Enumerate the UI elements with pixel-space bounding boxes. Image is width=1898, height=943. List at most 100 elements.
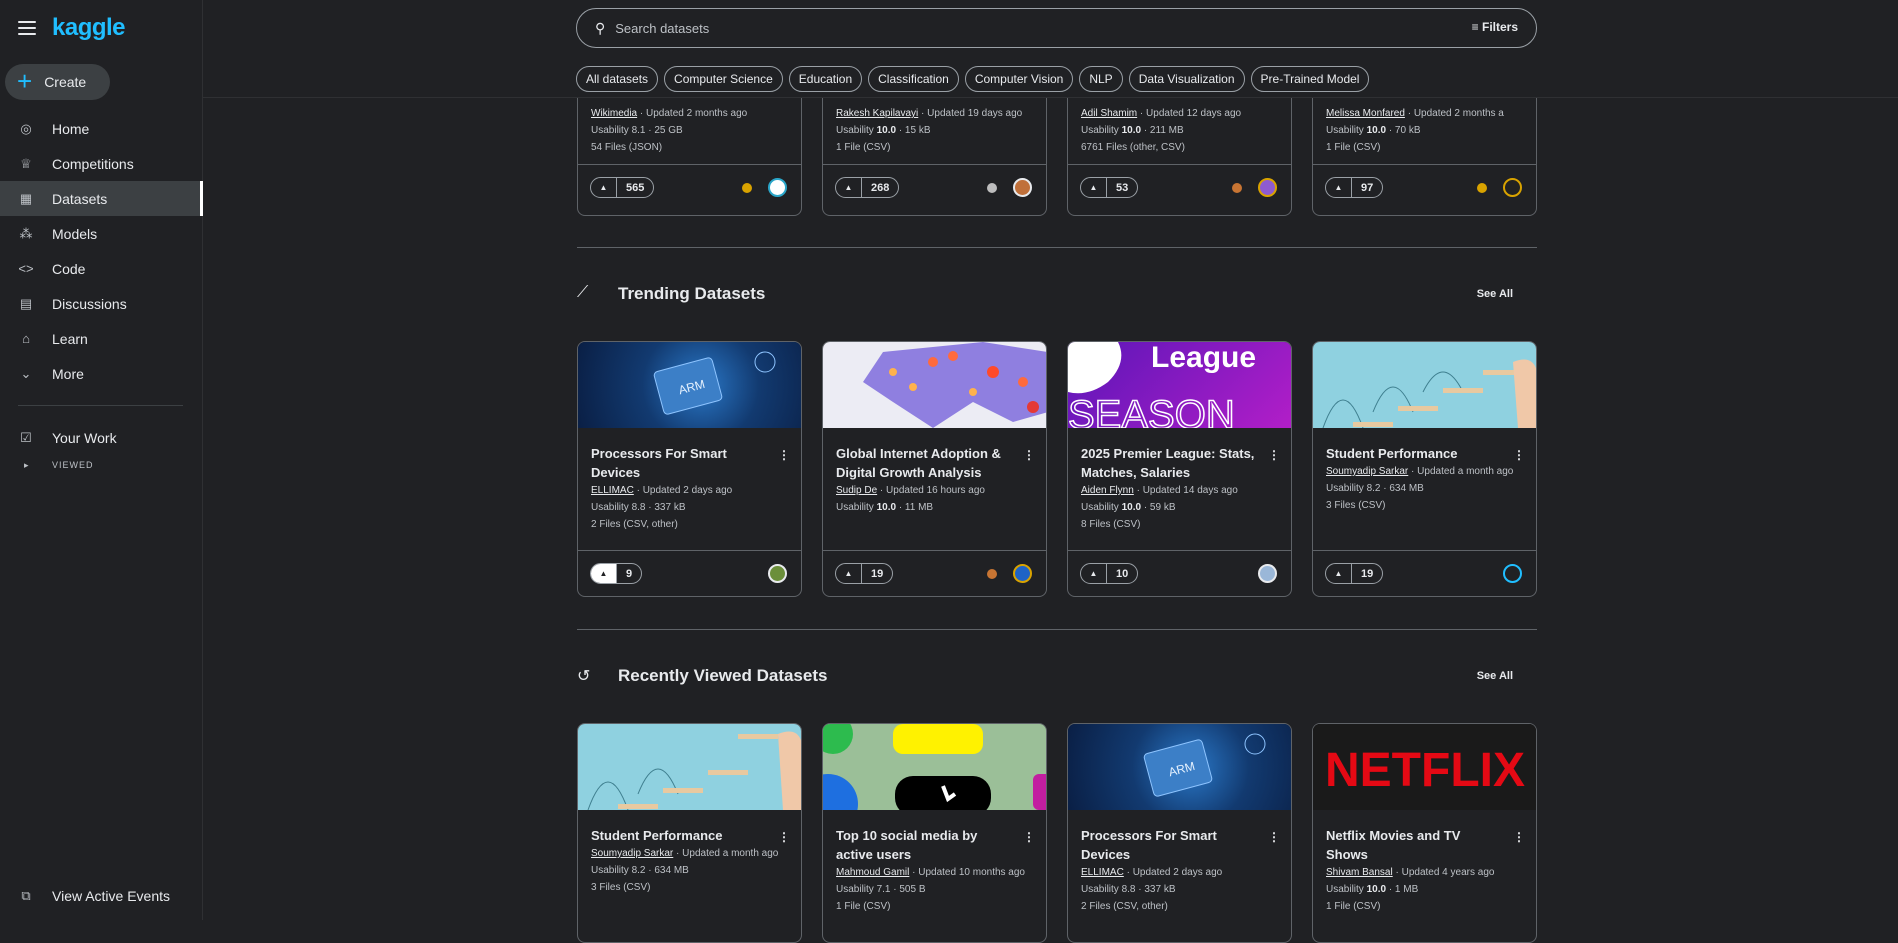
see-all-trending-link[interactable]: See All <box>1477 288 1513 300</box>
avatar[interactable] <box>1503 178 1522 197</box>
author-link[interactable]: ELLIMAC <box>591 485 634 496</box>
viewed-toggle[interactable]: VIEWED <box>0 455 203 475</box>
author-link[interactable]: Rakesh Kapilavayi <box>836 108 918 119</box>
upvote-button[interactable]: ▲ 97 <box>1325 177 1384 198</box>
more-vert-icon[interactable]: ⋮ <box>1023 446 1035 465</box>
stairs-image <box>1322 359 1536 429</box>
chip-nlp[interactable]: NLP <box>1079 66 1123 92</box>
usability-line: Usability 10.0 · 70 kB <box>1326 122 1523 139</box>
more-vert-icon[interactable]: ⋮ <box>1268 446 1280 465</box>
sidebar-item-code[interactable]: <> Code <box>0 251 203 286</box>
avatar[interactable] <box>1013 178 1032 197</box>
arrow-up-icon: ▲ <box>836 564 862 583</box>
table-icon: ▦ <box>19 190 33 206</box>
chip-pre-trained-model[interactable]: Pre-Trained Model <box>1250 66 1370 92</box>
upvote-button[interactable]: ▲ 19 <box>835 563 894 584</box>
sidebar-item-more[interactable]: ⌄ More <box>0 356 203 391</box>
dataset-card[interactable]: ARM Processors For Smart Devices ⋮ ELLIMA… <box>577 341 802 597</box>
chip-education[interactable]: Education <box>788 66 863 92</box>
sidebar-item-your-work[interactable]: ☑ Your Work <box>0 420 203 455</box>
author-link[interactable]: Shivam Bansal <box>1326 867 1393 878</box>
filters-button[interactable]: ≡ Filters <box>1472 20 1518 34</box>
size-text: · 337 kB <box>1135 884 1176 895</box>
sidebar-header: kaggle <box>18 14 126 42</box>
upvote-button[interactable]: ▲ 10 <box>1080 563 1139 584</box>
files-text: 1 File (CSV) <box>1326 901 1381 912</box>
chip-computer-science[interactable]: Computer Science <box>664 66 783 92</box>
see-all-recent-link[interactable]: See All <box>1477 670 1513 682</box>
usability-label: Usability <box>1081 125 1122 136</box>
author-link[interactable]: ELLIMAC <box>1081 867 1124 878</box>
author-link[interactable]: Adil Shamim <box>1081 108 1137 119</box>
avatar[interactable] <box>1013 564 1032 583</box>
search-bar[interactable]: ⚲ Search datasets ≡ Filters <box>576 8 1537 48</box>
usability-line: Usability 10.0 · 211 MB <box>1081 122 1278 139</box>
card-title[interactable]: Global Internet Adoption & Digital Growt… <box>836 444 1035 482</box>
author-link[interactable]: Sudip De <box>836 485 877 496</box>
chip-data-visualization[interactable]: Data Visualization <box>1128 66 1245 92</box>
search-input[interactable]: Search datasets <box>615 21 709 36</box>
author-link[interactable]: Wikimedia <box>591 108 637 119</box>
author-link[interactable]: Soumyadip Sarkar <box>591 848 673 859</box>
more-vert-icon[interactable]: ⋮ <box>1513 828 1525 847</box>
sidebar-item-models[interactable]: ⁂ Models <box>0 216 203 251</box>
more-vert-icon[interactable]: ⋮ <box>1023 828 1035 847</box>
avatar[interactable] <box>1258 564 1277 583</box>
divider <box>577 629 1537 630</box>
card-title[interactable]: Top 10 social media by active users ⋮ <box>836 826 1035 864</box>
upvote-button[interactable]: ▲ 268 <box>835 177 900 198</box>
more-vert-icon[interactable]: ⋮ <box>778 828 790 847</box>
size-text: · 337 kB <box>645 502 686 513</box>
author-link[interactable]: Melissa Monfared <box>1326 108 1405 119</box>
upvote-button[interactable]: ▲ 53 <box>1080 177 1139 198</box>
vote-count: 10 <box>1116 567 1129 580</box>
author-link[interactable]: Mahmoud Gamil <box>836 867 909 878</box>
avatar[interactable] <box>1258 178 1277 197</box>
card-title[interactable]: Netflix Movies and TV Shows ⋮ <box>1326 826 1525 864</box>
create-button[interactable]: + Create <box>5 64 110 100</box>
sidebar-item-discussions[interactable]: ▤ Discussions <box>0 286 203 321</box>
view-active-events-link[interactable]: ⧉ View Active Events <box>18 888 170 904</box>
kaggle-logo[interactable]: kaggle <box>52 14 126 42</box>
avatar[interactable] <box>1503 564 1522 583</box>
updated-text: Updated 12 days ago <box>1146 108 1242 119</box>
menu-icon[interactable] <box>18 21 36 35</box>
dataset-card[interactable]: Top 10 social media by active users ⋮ Mah… <box>822 723 1047 943</box>
author-link[interactable]: Soumyadip Sarkar <box>1326 466 1408 477</box>
chip-all-datasets[interactable]: All datasets <box>576 66 659 92</box>
card-title[interactable]: Student Performance ⋮ <box>1326 444 1525 465</box>
upvote-button[interactable]: ▲ 19 <box>1325 563 1384 584</box>
thumb-text: League <box>1151 342 1256 374</box>
avatar[interactable] <box>768 564 787 583</box>
dataset-card[interactable]: League SEASON 2025 Premier League: Stats,… <box>1067 341 1292 597</box>
card-meta: Shivam Bansal · Updated 4 years ago <box>1326 867 1495 878</box>
updated-text: Updated 10 months ago <box>918 867 1025 878</box>
more-vert-icon[interactable]: ⋮ <box>778 446 790 465</box>
upvote-button[interactable]: ▲ 9 <box>590 563 643 584</box>
dataset-card[interactable]: NETFLIX Netflix Movies and TV Shows ⋮ Shi… <box>1312 723 1537 943</box>
size-text: · 25 GB <box>645 125 683 136</box>
sidebar-item-learn[interactable]: ⌂ Learn <box>0 321 203 356</box>
card-title[interactable]: Processors For Smart Devices ⋮ <box>591 444 790 482</box>
more-vert-icon[interactable]: ⋮ <box>1513 446 1525 465</box>
card-title[interactable]: 2025 Premier League: Stats, Matches, Sal… <box>1081 444 1280 482</box>
dataset-card[interactable]: Global Internet Adoption & Digital Growt… <box>822 341 1047 597</box>
sidebar-item-datasets[interactable]: ▦ Datasets <box>0 181 203 216</box>
chip-computer-vision[interactable]: Computer Vision <box>964 66 1074 92</box>
avatar[interactable] <box>768 178 787 197</box>
card-thumbnail <box>1313 342 1536 429</box>
card-title[interactable]: Student Performance ⋮ <box>591 826 790 847</box>
author-link[interactable]: Aiden Flynn <box>1081 485 1134 496</box>
card-title[interactable]: Processors For Smart Devices ⋮ <box>1081 826 1280 864</box>
chip-classification[interactable]: Classification <box>868 66 959 92</box>
sidebar-item-competitions[interactable]: ♕ Competitions <box>0 146 203 181</box>
usability-label: Usability <box>1081 502 1122 513</box>
dataset-card[interactable]: ARM Processors For Smart Devices ⋮ ELLIMA… <box>1067 723 1292 943</box>
card-meta: Rakesh Kapilavayi · Updated 19 days ago <box>836 108 1023 119</box>
upvote-button[interactable]: ▲ 565 <box>590 177 655 198</box>
dataset-card[interactable]: Student Performance ⋮ Soumyadip Sarkar · … <box>1312 341 1537 597</box>
dataset-card[interactable]: Student Performance ⋮ Soumyadip Sarkar · … <box>577 723 802 943</box>
sidebar-item-home[interactable]: ◎ Home <box>0 111 203 146</box>
more-vert-icon[interactable]: ⋮ <box>1268 828 1280 847</box>
card-meta: Wikimedia · Updated 2 months ago <box>591 108 748 119</box>
